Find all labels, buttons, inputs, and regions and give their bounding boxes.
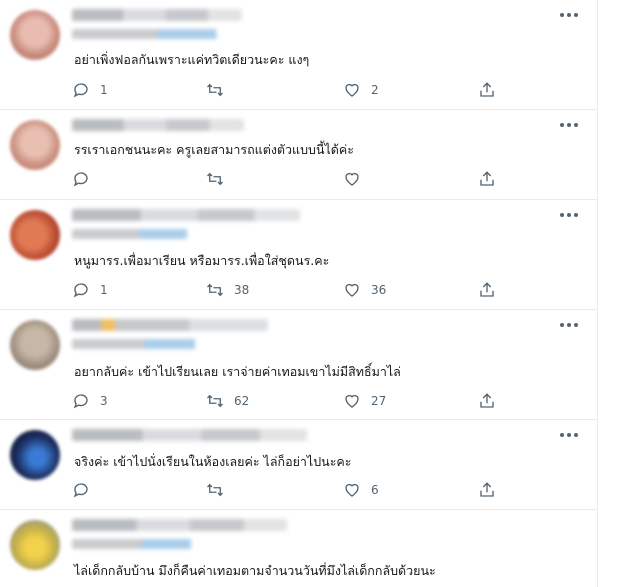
tweet[interactable]: รรเราเอกชนนะคะ ครูเลยสามารถแต่งตัวแบบนี้… (0, 110, 597, 200)
retweet-icon (207, 483, 223, 497)
reply-icon (73, 394, 88, 409)
reply-button[interactable]: 1 (72, 79, 108, 101)
tweet-actions: 6 (72, 479, 502, 501)
share-button[interactable] (478, 168, 496, 190)
author-name-redacted (72, 209, 300, 221)
tweet-actions: 3 62 27 (72, 390, 502, 412)
more-options-icon[interactable] (560, 10, 578, 20)
retweet-button[interactable] (206, 168, 234, 190)
retweet-button[interactable] (206, 79, 234, 101)
retweet-icon (207, 394, 223, 408)
tweet-text: ไล่เด็กกลับบ้าน มึงก็คืนค่าเทอมตามจำนวนว… (74, 563, 436, 578)
reply-icon (73, 172, 88, 187)
more-options-icon[interactable] (560, 430, 578, 440)
avatar[interactable] (10, 210, 60, 260)
more-options-icon[interactable] (560, 210, 578, 220)
tweet-actions: 1 38 36 (72, 279, 502, 301)
heart-icon (345, 83, 359, 97)
heart-icon (345, 283, 359, 297)
share-button[interactable] (478, 79, 496, 101)
reply-button[interactable] (72, 479, 100, 501)
reply-count: 3 (100, 394, 108, 408)
tweet[interactable]: อย่าเพิ่งฟอลกันเพราะแค่ทวิตเดียวนะคะ แงๆ… (0, 0, 597, 110)
share-button[interactable] (478, 279, 496, 301)
avatar[interactable] (10, 320, 60, 370)
like-button[interactable]: 27 (343, 390, 386, 412)
retweet-icon (207, 172, 223, 186)
like-count: 6 (371, 483, 379, 497)
heart-icon (345, 483, 359, 497)
more-options-icon[interactable] (560, 120, 578, 130)
reply-count: 1 (100, 83, 108, 97)
like-button[interactable]: 36 (343, 279, 386, 301)
avatar[interactable] (10, 120, 60, 170)
tweet-feed: อย่าเพิ่งฟอลกันเพราะแค่ทวิตเดียวนะคะ แงๆ… (0, 0, 598, 587)
author-handle-redacted (72, 339, 217, 349)
tweet[interactable]: ไล่เด็กกลับบ้าน มึงก็คืนค่าเทอมตามจำนวนว… (0, 510, 597, 587)
reply-count: 1 (100, 283, 108, 297)
reply-icon (73, 483, 88, 498)
like-count: 2 (371, 83, 379, 97)
share-icon (480, 393, 494, 408)
like-count: 36 (371, 283, 387, 297)
tweet-text: อยากลับค่ะ เข้าไปเรียนเลย เราจ่ายค่าเทอม… (74, 364, 401, 379)
author-name-redacted (72, 519, 287, 531)
author-name-redacted (72, 9, 242, 21)
reply-icon (73, 83, 88, 98)
tweet-actions: 1 2 (72, 79, 502, 101)
author-name-redacted (72, 319, 268, 331)
like-button[interactable]: 6 (343, 479, 379, 501)
avatar[interactable] (10, 430, 60, 480)
tweet-actions (72, 168, 502, 190)
retweet-button[interactable]: 38 (206, 279, 249, 301)
share-icon (480, 82, 494, 97)
retweet-count: 38 (234, 283, 250, 297)
tweet-text: จริงค่ะ เข้าไปนั่งเรียนในห้องเลยค่ะ ไล่ก… (74, 454, 352, 469)
share-button[interactable] (478, 479, 496, 501)
avatar[interactable] (10, 10, 60, 60)
more-options-icon[interactable] (560, 320, 578, 330)
retweet-icon (207, 83, 223, 97)
like-button[interactable] (343, 168, 371, 190)
tweet-text: หนูมารร.เพื่อมาเรียน หรือมารร.เพื่อใส่ชุ… (74, 253, 330, 268)
tweet[interactable]: หนูมารร.เพื่อมาเรียน หรือมารร.เพื่อใส่ชุ… (0, 200, 597, 310)
author-handle-redacted (72, 229, 207, 239)
tweet-text: รรเราเอกชนนะคะ ครูเลยสามารถแต่งตัวแบบนี้… (74, 142, 355, 157)
reply-button[interactable]: 1 (72, 279, 108, 301)
author-handle-redacted (72, 29, 242, 39)
avatar[interactable] (10, 520, 60, 570)
share-icon (480, 482, 494, 497)
heart-icon (345, 394, 359, 408)
share-button[interactable] (478, 390, 496, 412)
heart-icon (345, 172, 359, 186)
reply-icon (73, 283, 88, 298)
author-name-redacted (72, 119, 244, 131)
retweet-button[interactable] (206, 479, 234, 501)
retweet-count: 62 (234, 394, 250, 408)
share-icon (480, 171, 494, 186)
author-name-redacted (72, 429, 307, 441)
like-count: 27 (371, 394, 387, 408)
reply-button[interactable]: 3 (72, 390, 108, 412)
reply-button[interactable] (72, 168, 100, 190)
share-icon (480, 282, 494, 297)
tweet[interactable]: อยากลับค่ะ เข้าไปเรียนเลย เราจ่ายค่าเทอม… (0, 310, 597, 420)
retweet-button[interactable]: 62 (206, 390, 249, 412)
author-handle-redacted (72, 539, 212, 549)
like-button[interactable]: 2 (343, 79, 379, 101)
retweet-icon (207, 283, 223, 297)
tweet-text: อย่าเพิ่งฟอลกันเพราะแค่ทวิตเดียวนะคะ แงๆ (74, 52, 310, 67)
tweet[interactable]: จริงค่ะ เข้าไปนั่งเรียนในห้องเลยค่ะ ไล่ก… (0, 420, 597, 510)
